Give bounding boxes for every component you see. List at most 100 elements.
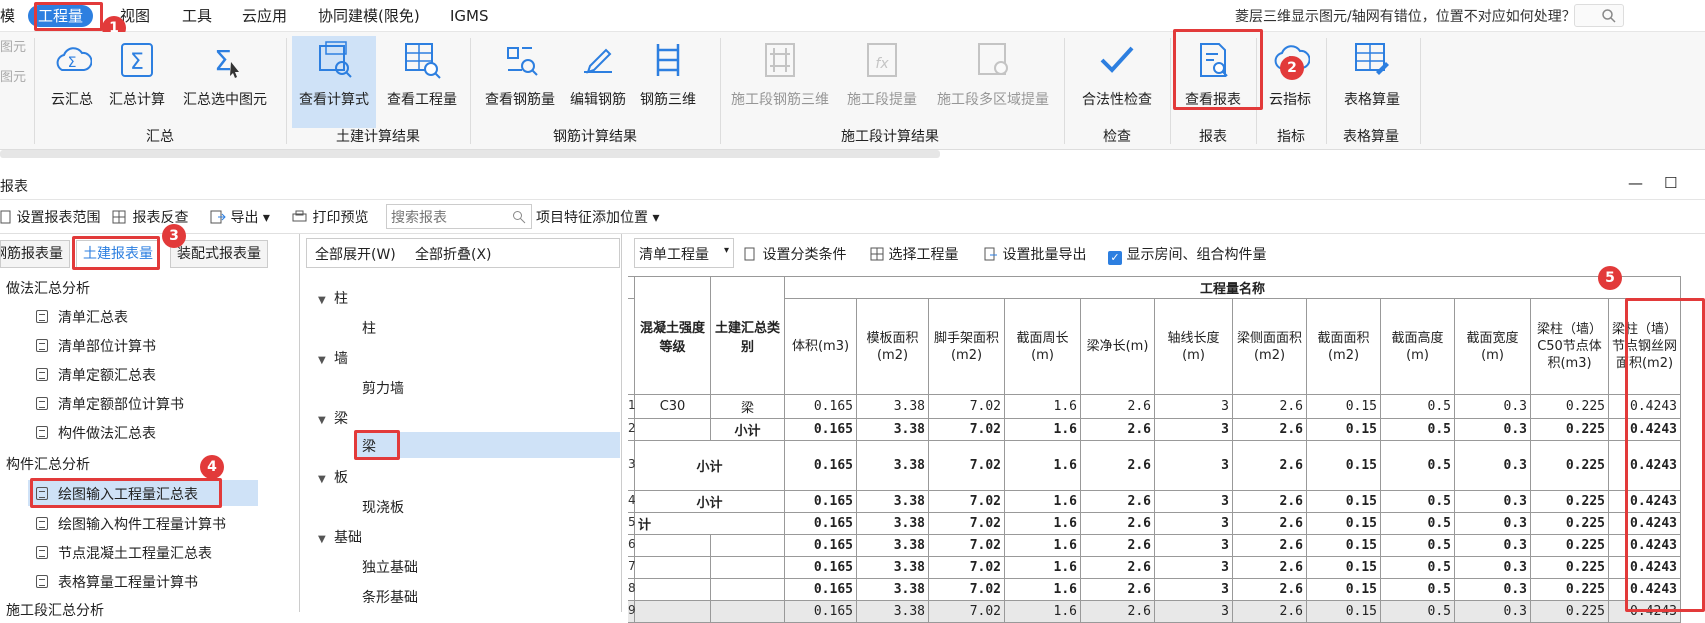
report-item[interactable]: 构件做法汇总表 <box>36 423 156 443</box>
cell-value[interactable]: 7.02 <box>928 578 1005 601</box>
tree-leaf[interactable]: 条形基础 <box>362 587 418 607</box>
cell-value[interactable]: 2.6 <box>1232 418 1307 441</box>
cell-value[interactable]: 3.38 <box>856 490 929 513</box>
cell-value[interactable]: 0.225 <box>1530 418 1609 441</box>
cell-value[interactable]: 0.3 <box>1454 578 1531 601</box>
tree-leaf[interactable]: 剪力墙 <box>362 378 404 398</box>
cell-value[interactable]: 0.5 <box>1380 490 1455 513</box>
edit-rebar-button[interactable]: 编辑钢筋 <box>566 36 630 128</box>
stage-quantity-button[interactable]: fx 施工段提量 <box>842 36 922 128</box>
validity-check-button[interactable]: 合法性检查 <box>1072 36 1162 128</box>
cell-value[interactable]: 2.6 <box>1232 490 1307 513</box>
cell-value[interactable]: 2.6 <box>1080 578 1155 601</box>
cell-value[interactable]: 2.6 <box>1232 512 1307 535</box>
tree-leaf[interactable]: 独立基础 <box>362 557 418 577</box>
set-report-range-button[interactable]: 设置报表范围 <box>0 207 100 227</box>
cell-value[interactable]: 0.5 <box>1380 556 1455 579</box>
cell-value[interactable]: 0.165 <box>784 490 857 513</box>
cell-value[interactable]: 0.225 <box>1530 490 1609 513</box>
cell-value[interactable]: 0.5 <box>1380 512 1455 535</box>
cell-value[interactable]: 3.38 <box>856 534 929 557</box>
report-search-input[interactable] <box>386 204 532 229</box>
table-row[interactable]: 0.165 3.38 7.02 1.6 2.6 3 2.6 0.15 0.5 0.3 0.225 0.… <box>628 556 1681 579</box>
cell-value[interactable]: 1.6 <box>1004 512 1081 535</box>
cell-value[interactable]: 3 <box>1154 556 1233 579</box>
menu-item-cloud[interactable]: 云应用 <box>242 5 287 27</box>
view-quantity-button[interactable]: 查看工程量 <box>380 36 464 128</box>
expand-all-button[interactable]: 全部展开(W) <box>315 244 396 264</box>
cell-value[interactable]: 1.6 <box>1004 556 1081 579</box>
cell-value[interactable]: 1.6 <box>1004 394 1081 419</box>
cell-strength[interactable] <box>634 578 711 601</box>
cell-value[interactable]: 1.6 <box>1004 440 1081 491</box>
table-row[interactable]: 小计 0.165 3.38 7.02 1.6 2.6 3 2.6 0.15 0.5 0.3 0.225… <box>628 490 1681 513</box>
table-row[interactable]: 小计 0.165 3.38 7.02 1.6 2.6 3 2.6 0.15 0.5 0.3 0.225… <box>628 440 1681 491</box>
cell-value[interactable]: 0.165 <box>784 556 857 579</box>
cell-value[interactable]: 0.15 <box>1306 418 1381 441</box>
cell-value[interactable]: 3 <box>1154 490 1233 513</box>
cell-value[interactable]: 2.6 <box>1080 512 1155 535</box>
help-search-box[interactable] <box>1574 4 1624 27</box>
cell-strength[interactable] <box>634 418 711 441</box>
cell-value[interactable]: 7.02 <box>928 394 1005 419</box>
cell-value[interactable]: 2.6 <box>1080 440 1155 491</box>
cell-value[interactable]: 3 <box>1154 394 1233 419</box>
cell-value[interactable]: 0.5 <box>1380 534 1455 557</box>
cell-value[interactable]: 7.02 <box>928 556 1005 579</box>
view-rebar-button[interactable]: 查看钢筋量 <box>480 36 560 128</box>
tree-leaf[interactable]: 柱 <box>362 318 376 338</box>
select-quantity-button[interactable]: 选择工程量 <box>870 244 958 264</box>
cell-value[interactable]: 0.165 <box>784 578 857 601</box>
tab-prefab-report[interactable]: 装配式报表量 <box>170 240 268 268</box>
maximize-button[interactable]: ☐ <box>1664 174 1677 192</box>
cell-value[interactable]: 3.38 <box>856 578 929 601</box>
cell-value[interactable]: 0.15 <box>1306 512 1381 535</box>
cell-category[interactable] <box>710 578 785 601</box>
report-item[interactable]: 清单定额部位计算书 <box>36 394 184 414</box>
cell-value[interactable]: 0.3 <box>1454 440 1531 491</box>
feature-position-dropdown[interactable]: 项目特征添加位置 ▾ <box>536 207 659 227</box>
cell-value[interactable]: 0.225 <box>1530 534 1609 557</box>
cell-value[interactable]: 2.6 <box>1080 418 1155 441</box>
report-item[interactable]: 表格算量工程量计算书 <box>36 572 198 592</box>
cell-value[interactable]: 0.225 <box>1530 394 1609 419</box>
ribbon-scrollbar[interactable] <box>0 150 940 158</box>
cell-value[interactable]: 0.5 <box>1380 440 1455 491</box>
cell-value[interactable]: 3 <box>1154 440 1233 491</box>
rebar-3d-button[interactable]: 钢筋三维 <box>636 36 700 128</box>
cell-strength[interactable]: 小计 <box>634 440 785 491</box>
cell-value[interactable]: 3.38 <box>856 556 929 579</box>
cell-value[interactable]: 0.3 <box>1454 556 1531 579</box>
cell-value[interactable]: 1.6 <box>1004 418 1081 441</box>
cell-value[interactable]: 2.6 <box>1232 394 1307 419</box>
cell-value[interactable]: 0.3 <box>1454 512 1531 535</box>
summary-selected-button[interactable]: Σ 汇总选中图元 <box>174 36 276 128</box>
cell-value[interactable]: 2.6 <box>1080 534 1155 557</box>
cell-value[interactable]: 3.38 <box>856 394 929 419</box>
report-group-stage[interactable]: 施工段汇总分析 <box>6 600 104 620</box>
cell-category[interactable]: 小计 <box>710 418 785 441</box>
cloud-summary-button[interactable]: Σ 云汇总 <box>42 36 102 128</box>
cell-value[interactable]: 0.3 <box>1454 394 1531 419</box>
cell-value[interactable]: 2.6 <box>1080 556 1155 579</box>
report-item[interactable]: 清单定额汇总表 <box>36 365 156 385</box>
table-row[interactable]: C30 梁 0.165 3.38 7.02 1.6 2.6 3 2.6 0.15 0.5 0.3 0.2… <box>628 394 1681 419</box>
table-row[interactable]: 小计 0.165 3.38 7.02 1.6 2.6 3 2.6 0.15 0.5 0.3 0.225… <box>628 418 1681 441</box>
cell-value[interactable]: 0.165 <box>784 394 857 419</box>
report-item[interactable]: 节点混凝土工程量汇总表 <box>36 543 212 563</box>
report-item[interactable]: 绘图输入构件工程量计算书 <box>36 514 226 534</box>
cell-value[interactable]: 0.165 <box>784 512 857 535</box>
cell-value[interactable]: 2.6 <box>1080 490 1155 513</box>
tree-node-beam[interactable]: ▼ 梁 <box>318 408 348 428</box>
tab-rebar-report[interactable]: 钢筋报表量 <box>0 240 70 268</box>
cell-value[interactable]: 7.02 <box>928 534 1005 557</box>
report-group-component[interactable]: 构件汇总分析 <box>6 454 90 474</box>
cell-value[interactable]: 7.02 <box>928 490 1005 513</box>
cell-value[interactable]: 7.02 <box>928 512 1005 535</box>
cell-strength[interactable]: 计 <box>634 512 785 535</box>
cell-value[interactable]: 0.15 <box>1306 394 1381 419</box>
cell-value[interactable]: 1.6 <box>1004 490 1081 513</box>
cell-value[interactable]: 0.3 <box>1454 534 1531 557</box>
cell-value[interactable]: 3 <box>1154 578 1233 601</box>
stage-rebar-3d-button[interactable]: 施工段钢筋三维 <box>726 36 834 128</box>
